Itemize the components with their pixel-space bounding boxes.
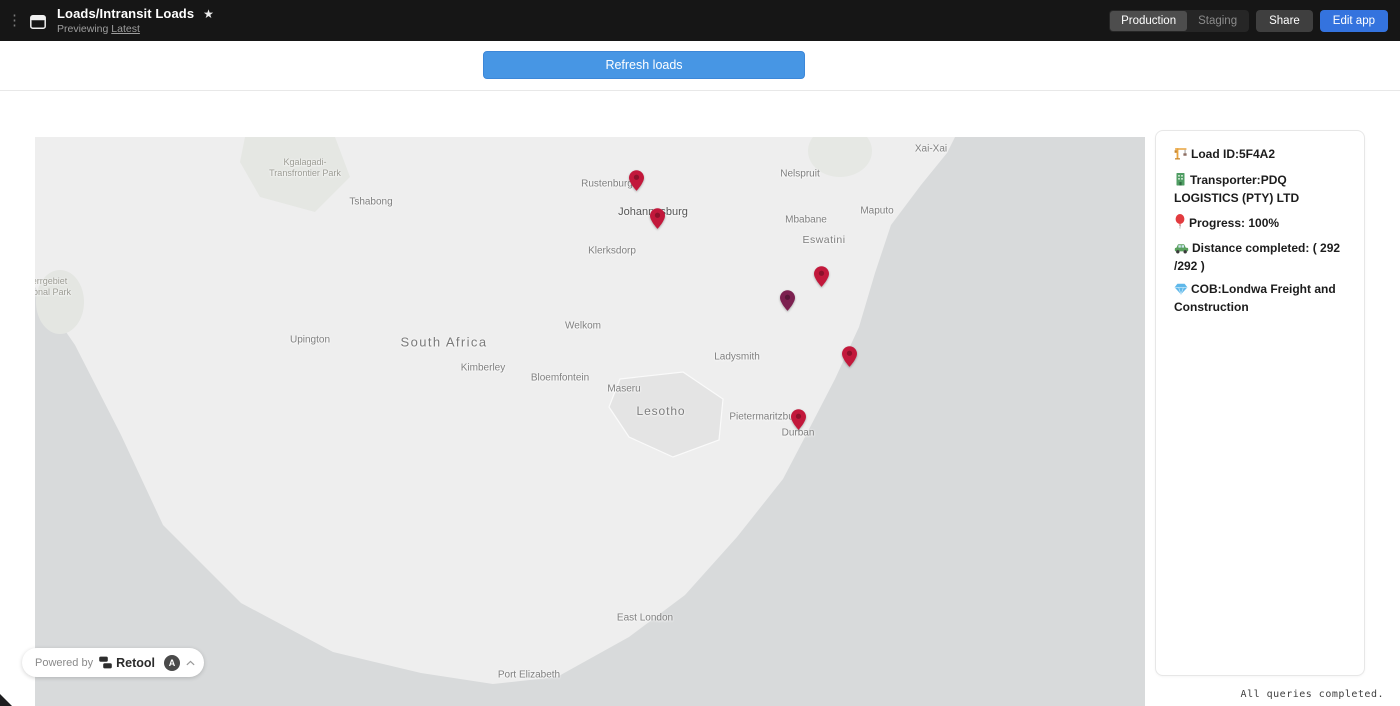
chevron-up-icon[interactable]	[186, 660, 195, 666]
detail-progress: Progress: 100%	[1174, 214, 1346, 233]
detail-value: 5F4A2	[1239, 147, 1275, 161]
query-status: All queries completed.	[1241, 689, 1384, 700]
map-pin-icon[interactable]	[814, 266, 829, 287]
office-building-icon	[1174, 172, 1187, 190]
detail-transporter: Transporter:PDQ LOGISTICS (PTY) LTD	[1174, 172, 1346, 206]
detail-distance: Distance completed: ( 292 /292 )	[1174, 241, 1346, 274]
kebab-menu-icon[interactable]: ⋮	[6, 11, 23, 30]
balloon-icon	[1174, 214, 1186, 233]
share-button[interactable]: Share	[1256, 10, 1313, 32]
previewing-row: Previewing Latest	[57, 23, 214, 35]
park-area-shape	[36, 270, 84, 334]
page-title: Loads/Intransit Loads	[57, 6, 194, 21]
load-details-panel: Load ID:5F4A2 Transporter:PDQ LOGISTICS …	[1155, 130, 1365, 676]
retool-logo-icon	[99, 656, 112, 669]
detail-label: COB:	[1191, 282, 1222, 296]
map-pin-icon[interactable]	[629, 170, 644, 191]
map[interactable]: Kgalagadi- Transfrontier ParkSperrgebiet…	[35, 137, 1145, 706]
map-canvas	[35, 137, 1145, 706]
corner-decoration-icon	[0, 694, 12, 706]
detail-label: Distance completed:	[1192, 241, 1313, 255]
app-window-icon[interactable]	[30, 15, 46, 29]
env-staging-button[interactable]: Staging	[1187, 11, 1248, 31]
map-pin-icon[interactable]	[842, 346, 857, 367]
detail-label: Progress:	[1189, 216, 1248, 230]
detail-label: Load ID:	[1191, 147, 1239, 161]
previewing-label: Previewing	[57, 23, 108, 35]
suv-icon	[1174, 242, 1189, 258]
map-pin-icon[interactable]	[780, 290, 795, 311]
construction-crane-icon	[1174, 146, 1188, 164]
version-link[interactable]: Latest	[111, 23, 140, 35]
environment-toggle: Production Staging	[1109, 10, 1249, 32]
top-header: ⋮ Loads/Intransit Loads ★ Previewing Lat…	[0, 0, 1400, 41]
detail-cob: COB:Londwa Freight and Construction	[1174, 282, 1346, 315]
retool-brand-label: Retool	[116, 656, 155, 670]
edit-app-button[interactable]: Edit app	[1320, 10, 1388, 32]
detail-value: 100%	[1248, 216, 1279, 230]
env-production-button[interactable]: Production	[1110, 11, 1187, 31]
map-pin-icon[interactable]	[791, 409, 806, 430]
refresh-loads-button[interactable]: Refresh loads	[483, 51, 805, 79]
user-avatar[interactable]: A	[164, 655, 180, 671]
app-page: ⋮ Loads/Intransit Loads ★ Previewing Lat…	[0, 0, 1400, 706]
map-pin-icon[interactable]	[650, 208, 665, 229]
header-divider	[0, 90, 1400, 91]
favorite-star-icon[interactable]: ★	[203, 8, 214, 20]
gem-icon	[1174, 283, 1188, 299]
detail-label: Transporter:	[1190, 173, 1261, 187]
detail-load-id: Load ID:5F4A2	[1174, 146, 1346, 164]
powered-by-retool-badge[interactable]: Powered by Retool A	[22, 648, 204, 677]
powered-by-label: Powered by	[35, 657, 93, 669]
